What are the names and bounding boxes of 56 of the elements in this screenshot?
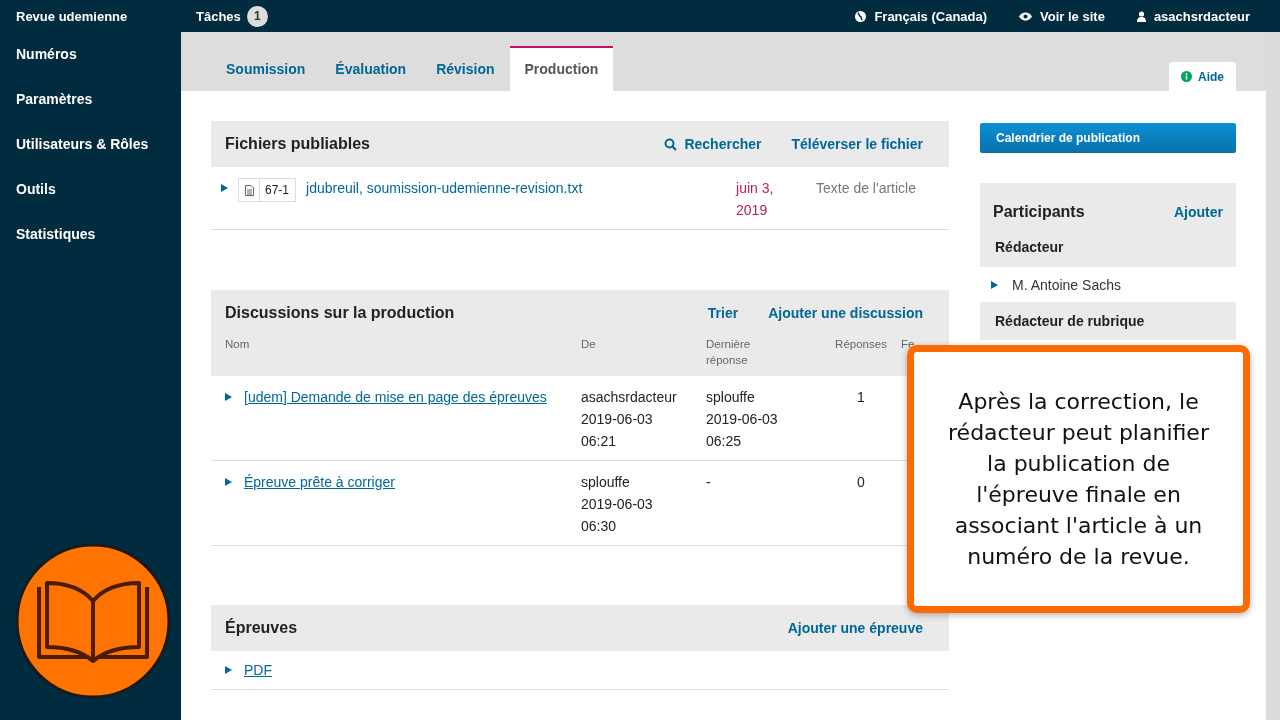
column-header: De — [581, 337, 597, 352]
column-header: Réponses — [834, 337, 888, 352]
table-cell-text: - — [706, 473, 712, 492]
document-icon — [245, 184, 254, 196]
globe-icon — [855, 10, 867, 22]
add-link[interactable]: Ajouter — [1174, 204, 1223, 220]
file-name-link[interactable]: jdubreuil, soumission-udemienne-revision.txt — [306, 177, 727, 199]
tasks-label[interactable]: Tâches — [196, 8, 241, 24]
tab[interactable]: Révision — [421, 47, 510, 91]
sidebar-item[interactable]: Statistiques — [0, 224, 181, 269]
expand-arrow-icon[interactable] — [991, 280, 998, 289]
view-site-link[interactable]: Voir le site — [1040, 8, 1105, 24]
table-cell-text: 0 — [856, 473, 866, 492]
help-tab[interactable]: Aide — [1169, 62, 1236, 91]
search-link[interactable]: Rechercher — [664, 136, 762, 152]
expand-arrow-icon[interactable] — [221, 184, 228, 192]
tab[interactable]: Soumission — [211, 47, 321, 91]
panel-title: Participants — [993, 203, 1086, 221]
sidebar-item[interactable]: Numéros — [0, 44, 181, 89]
panel-title: Fichiers publiables — [225, 135, 371, 153]
action-link[interactable]: Trier — [707, 305, 739, 321]
table-cell-text: 1 — [856, 388, 866, 407]
expand-arrow-icon[interactable] — [225, 393, 232, 401]
tab[interactable]: Évaluation — [320, 47, 422, 91]
action-link[interactable]: Ajouter une épreuve — [787, 620, 923, 636]
file-id-badge: 67-1 — [238, 178, 297, 202]
file-type: Texte de l'article — [816, 179, 916, 198]
task-count-badge: 1 — [246, 5, 268, 27]
column-header: Dernière réponse — [706, 337, 752, 368]
eye-icon — [1019, 11, 1033, 21]
user-icon — [1136, 10, 1146, 22]
panel-title: Épreuves — [225, 619, 299, 637]
table-cell-text: splouffe 2019-06-03 06:25 — [706, 388, 779, 451]
user-menu[interactable]: asachsrdacteur — [1153, 8, 1250, 24]
column-header: Nom — [225, 337, 251, 352]
search-icon — [664, 137, 678, 151]
action-link[interactable]: Téléverser le fichier — [791, 136, 923, 152]
file-date: juin 3, 2019 — [736, 179, 775, 220]
discussion-link[interactable]: Épreuve prête à corriger — [244, 471, 395, 493]
language-menu[interactable]: Français (Canada) — [874, 8, 988, 24]
table-cell-text: splouffe 2019-06-03 06:30 — [581, 473, 654, 536]
info-icon — [1181, 71, 1192, 82]
sidebar-item[interactable]: Outils — [0, 179, 181, 224]
discussion-link[interactable]: [udem] Demande de mise en page des épreuves — [244, 386, 547, 408]
sidebar-item[interactable]: Paramètres — [0, 89, 181, 134]
table-cell-text: asachsrdacteur 2019-06-03 06:21 — [581, 388, 678, 451]
tab[interactable]: Production — [509, 46, 614, 91]
sidebar-item[interactable]: Utilisateurs & Rôles — [0, 134, 181, 179]
panel-title: Discussions sur la production — [225, 304, 456, 322]
schedule-button[interactable]: Calendrier de publication — [980, 123, 1236, 153]
expand-arrow-icon[interactable] — [225, 666, 232, 674]
proof-link[interactable]: PDF — [244, 659, 272, 681]
callout-text: Après la correction, le rédacteur peut planifier la publication de l'épreuve finale en associant l'article à un numéro de la revue. — [947, 388, 1210, 571]
journal-name[interactable]: Revue udemienne — [0, 8, 180, 24]
expand-arrow-icon[interactable] — [225, 478, 232, 486]
action-link[interactable]: Ajouter une discussion — [768, 305, 923, 321]
